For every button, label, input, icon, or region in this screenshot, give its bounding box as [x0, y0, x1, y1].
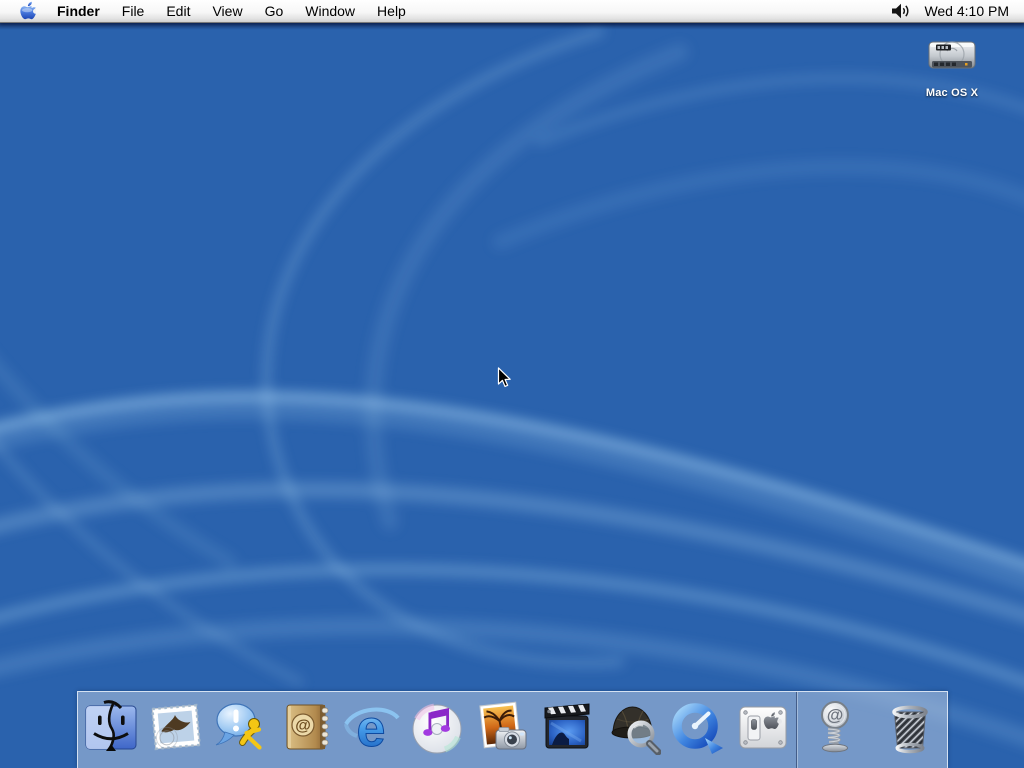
- dock-item-system-preferences[interactable]: [731, 692, 796, 755]
- menu-item-help[interactable]: Help: [366, 0, 417, 22]
- desktop: Mac OS X: [0, 22, 1024, 768]
- apple-logo-icon: [19, 1, 36, 21]
- imovie-clapper-icon: [539, 699, 595, 755]
- menubar-clock[interactable]: Wed 4:10 PM: [920, 0, 1024, 22]
- dock-item-quicktime[interactable]: [665, 692, 730, 755]
- dock-item-iphoto[interactable]: [470, 692, 535, 755]
- wallpaper-aqua-swirls: [0, 22, 1024, 768]
- dock-item-ichat[interactable]: [209, 692, 274, 755]
- menu-item-view[interactable]: View: [201, 0, 253, 22]
- menu-item-edit[interactable]: Edit: [155, 0, 201, 22]
- volume-menu-extra[interactable]: [880, 0, 920, 22]
- itunes-cd-icon: [409, 699, 465, 755]
- dock-apps-section: @ e: [78, 692, 796, 755]
- dock-item-mail[interactable]: [143, 692, 208, 755]
- arrow-cursor: [497, 367, 511, 388]
- address-book-icon: @: [278, 699, 334, 755]
- dock-item-itunes[interactable]: [404, 692, 469, 755]
- desktop-icon-label: Mac OS X: [916, 87, 988, 99]
- trash-basket-icon: [882, 699, 938, 755]
- desktop-icon-macosx-disk[interactable]: Mac OS X: [916, 30, 988, 99]
- quicktime-q-icon: [670, 699, 726, 755]
- dock-item-imovie[interactable]: [535, 692, 600, 755]
- running-indicator: [106, 744, 116, 751]
- speaker-volume-icon: [890, 3, 910, 19]
- dock-item-finder[interactable]: [78, 692, 143, 755]
- hard-disk-icon: [925, 30, 979, 80]
- iphoto-camera-icon: [474, 699, 530, 755]
- at-spring-icon: @: [807, 699, 863, 755]
- internet-explorer-icon: e: [344, 699, 400, 755]
- dock-documents-section: @: [797, 692, 947, 755]
- svg-text:@: @: [826, 706, 843, 725]
- menu-item-finder[interactable]: Finder: [46, 0, 111, 22]
- dock-item-address-book[interactable]: @: [274, 692, 339, 755]
- menu-item-go[interactable]: Go: [254, 0, 295, 22]
- mail-stamp-icon: [148, 699, 204, 755]
- sherlock-hat-icon: [605, 699, 661, 755]
- apple-menu[interactable]: [0, 0, 46, 22]
- dock-item-internet-explorer[interactable]: e: [339, 692, 404, 755]
- menu-item-file[interactable]: File: [111, 0, 156, 22]
- svg-text:@: @: [296, 718, 312, 735]
- menu-bar: Finder File Edit View Go Window Help Wed…: [0, 0, 1024, 23]
- dock: @ e: [77, 691, 948, 768]
- dock-item-sherlock[interactable]: [600, 692, 665, 755]
- macos-desktop-screen: Finder File Edit View Go Window Help Wed…: [0, 0, 1024, 768]
- dock-item-macosx-link[interactable]: @: [797, 692, 872, 755]
- system-preferences-icon: [735, 699, 791, 755]
- menu-item-window[interactable]: Window: [294, 0, 366, 22]
- dock-item-trash[interactable]: [872, 692, 947, 755]
- ichat-bubble-icon: [213, 699, 269, 755]
